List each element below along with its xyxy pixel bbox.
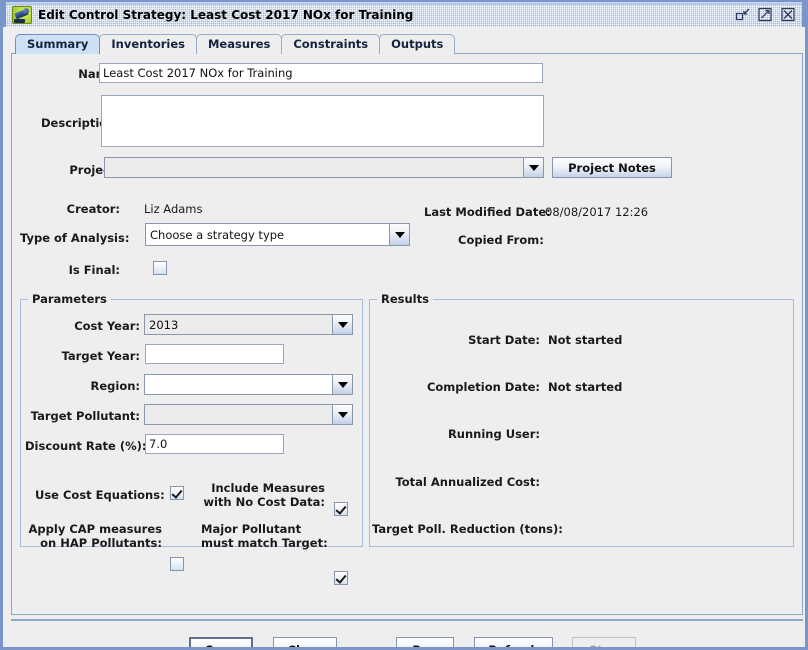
window-title: Edit Control Strategy: Least Cost 2017 N… — [38, 8, 413, 22]
results-group: Results Start Date: Not started Completi… — [369, 299, 794, 547]
discount-rate-label: Discount Rate (%): — [25, 439, 140, 453]
type-of-analysis-value: Choose a strategy type — [146, 224, 389, 245]
target-poll-reduction-label: Target Poll. Reduction (tons): — [372, 522, 540, 536]
target-pollutant-label: Target Pollutant: — [25, 409, 140, 423]
target-year-label: Target Year: — [25, 349, 140, 363]
stop-button[interactable]: Stop — [572, 637, 636, 650]
cost-year-combo[interactable]: 2013 — [144, 314, 353, 335]
completion-date-label: Completion Date: — [380, 380, 540, 394]
start-date-label: Start Date: — [380, 333, 540, 347]
tab-pane: Summary Inventories Measures Constraints… — [11, 32, 803, 615]
run-button-label: Run — [412, 643, 437, 650]
refresh-button-label: Refresh — [488, 643, 538, 650]
tab-summary[interactable]: Summary — [15, 34, 100, 54]
major-pollutant-label-line1: Major Pollutant — [201, 522, 325, 536]
edit-control-strategy-window: Edit Control Strategy: Least Cost 2017 N… — [0, 0, 808, 650]
project-notes-button[interactable]: Project Notes — [552, 157, 672, 178]
title-bar: Edit Control Strategy: Least Cost 2017 N… — [3, 0, 805, 27]
apply-cap-label-line1: Apply CAP measures — [25, 522, 162, 536]
project-combo-value — [105, 158, 523, 177]
region-combo[interactable] — [144, 374, 353, 395]
separator — [11, 619, 803, 621]
button-bar: Save Close Run Refresh Stop — [11, 619, 803, 650]
target-year-input[interactable] — [145, 344, 284, 364]
tab-inventories[interactable]: Inventories — [99, 34, 197, 54]
chevron-down-icon[interactable] — [332, 315, 352, 334]
type-of-analysis-label: Type of Analysis: — [20, 231, 120, 245]
apply-cap-checkbox[interactable] — [170, 557, 184, 571]
tab-strip: Summary Inventories Measures Constraints… — [11, 32, 454, 54]
chevron-down-icon[interactable] — [523, 158, 543, 177]
creator-label: Creator: — [40, 202, 120, 216]
save-button[interactable]: Save — [189, 637, 253, 650]
cost-year-label: Cost Year: — [25, 319, 140, 333]
use-cost-equations-checkbox[interactable] — [170, 486, 184, 500]
tab-body-summary: Name: Description: Project: Project Note… — [11, 53, 803, 615]
project-combo[interactable] — [104, 157, 544, 178]
region-value — [145, 375, 332, 394]
close-icon[interactable] — [780, 6, 797, 23]
last-modified-date-value: 08/08/2017 12:26 — [545, 205, 648, 219]
name-input[interactable] — [99, 63, 543, 83]
use-cost-equations-label: Use Cost Equations: — [35, 488, 162, 502]
results-group-title: Results — [377, 292, 433, 306]
region-label: Region: — [25, 379, 140, 393]
close-button-label: Close — [288, 643, 323, 650]
last-modified-date-label: Last Modified Date: — [424, 205, 551, 219]
window-content: Summary Inventories Measures Constraints… — [6, 27, 808, 647]
chevron-down-icon[interactable] — [332, 375, 352, 394]
tab-measures[interactable]: Measures — [196, 34, 282, 54]
target-pollutant-combo[interactable] — [144, 404, 353, 425]
apply-cap-label-line2: on HAP Pollutants: — [25, 536, 162, 550]
is-final-checkbox[interactable] — [153, 261, 167, 275]
is-final-label: Is Final: — [40, 263, 120, 277]
creator-value: Liz Adams — [144, 202, 203, 216]
start-date-value: Not started — [548, 333, 622, 347]
cost-year-value: 2013 — [145, 315, 332, 334]
major-pollutant-checkbox[interactable] — [334, 571, 348, 585]
running-user-label: Running User: — [380, 427, 540, 441]
minimize-icon[interactable] — [734, 6, 751, 23]
save-button-label: Save — [205, 643, 236, 650]
copied-from-label: Copied From: — [458, 233, 544, 247]
close-button[interactable]: Close — [273, 637, 337, 650]
major-pollutant-label-line2: must match Target: — [201, 536, 325, 550]
chevron-down-icon[interactable] — [332, 405, 352, 424]
maximize-icon[interactable] — [757, 6, 774, 23]
parameters-group: Parameters Cost Year: 2013 Target Year: … — [20, 299, 363, 547]
window-controls — [734, 6, 802, 23]
app-icon — [12, 6, 32, 24]
tab-constraints[interactable]: Constraints — [281, 34, 380, 54]
completion-date-value: Not started — [548, 380, 622, 394]
tab-outputs[interactable]: Outputs — [379, 34, 455, 54]
total-annualized-cost-label: Total Annualized Cost: — [380, 475, 540, 489]
stop-button-label: Stop — [589, 643, 619, 650]
include-measures-checkbox[interactable] — [334, 502, 348, 516]
include-measures-label-line2: with No Cost Data: — [201, 495, 325, 509]
refresh-button[interactable]: Refresh — [474, 637, 553, 650]
run-button[interactable]: Run — [396, 637, 454, 650]
type-of-analysis-combo[interactable]: Choose a strategy type — [145, 223, 410, 246]
include-measures-label-line1: Include Measures — [201, 481, 325, 495]
parameters-group-title: Parameters — [28, 292, 111, 306]
chevron-down-icon[interactable] — [389, 224, 409, 245]
description-textarea[interactable] — [101, 95, 544, 147]
discount-rate-input[interactable] — [145, 434, 284, 454]
target-pollutant-value — [145, 405, 332, 424]
